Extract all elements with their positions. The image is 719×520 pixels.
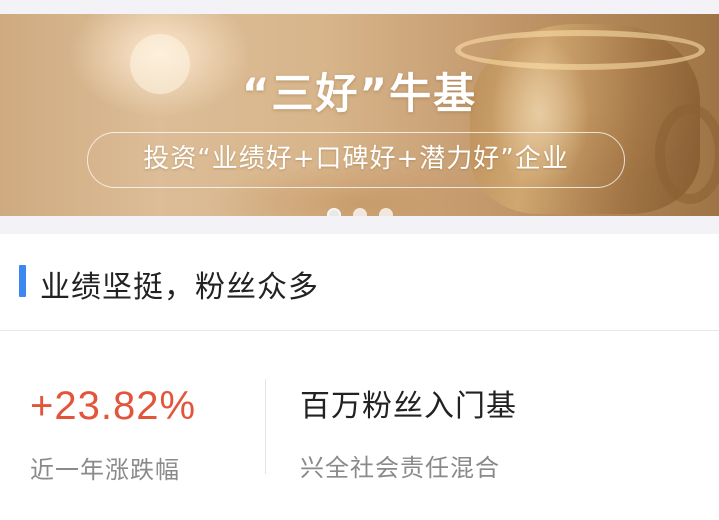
fund-name: 兴全社会责任混合 xyxy=(300,454,500,482)
return-label: 近一年涨跌幅 xyxy=(30,456,180,484)
vertical-divider xyxy=(265,379,266,474)
return-value: +23.82% xyxy=(30,384,197,428)
fund-info[interactable]: 百万粉丝入门基 兴全社会责任混合 xyxy=(300,386,517,483)
section-accent-bar xyxy=(19,265,26,297)
fund-section-card: 业绩坚挺，粉丝众多 +23.82% 近一年涨跌幅 百万粉丝入门基 兴全社会责任混… xyxy=(0,234,719,520)
banner-title: “三好”牛基 xyxy=(241,69,478,118)
carousel-dot-1[interactable] xyxy=(326,208,341,216)
promo-banner[interactable]: “三好”牛基 投资“业绩好+口碑好+潜力好”企业 xyxy=(0,14,719,216)
carousel-dot-2[interactable] xyxy=(352,208,367,216)
return-stat[interactable]: +23.82% 近一年涨跌幅 xyxy=(30,382,196,485)
section-header: 业绩坚挺，粉丝众多 xyxy=(0,234,719,331)
fund-headline: 百万粉丝入门基 xyxy=(300,389,517,424)
section-title: 业绩坚挺，粉丝众多 xyxy=(40,270,319,305)
carousel-dot-3[interactable] xyxy=(378,208,393,216)
carousel-indicator xyxy=(0,208,719,216)
banner-subtitle: 投资“业绩好+口碑好+潜力好”企业 xyxy=(87,132,625,188)
